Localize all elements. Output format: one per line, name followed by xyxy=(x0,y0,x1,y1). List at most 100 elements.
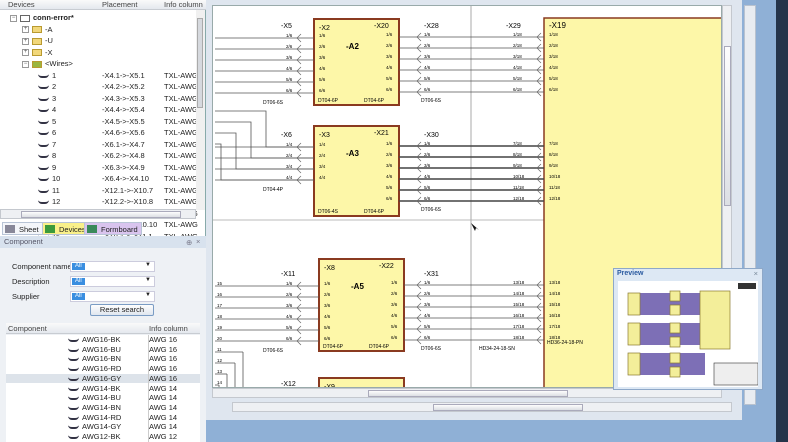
close-icon[interactable]: × xyxy=(196,237,200,246)
column-info[interactable]: Info column xyxy=(149,323,188,334)
wire xyxy=(215,132,314,170)
tree-wire-item[interactable]: 6 -X4.6->-X5.6 TXL-AWG xyxy=(0,127,198,139)
pin-label: 5/6 xyxy=(391,324,398,329)
part-label: DT04-6P xyxy=(323,344,344,350)
pin-label: 1/6 xyxy=(324,281,331,286)
pin-label: 4/4 xyxy=(286,175,293,180)
pin-label: 3/6 xyxy=(319,55,326,60)
component-row[interactable]: AWG14-GY AWG 14 xyxy=(6,422,200,432)
devices-vscrollbar[interactable] xyxy=(196,10,205,210)
tree-wire-item[interactable]: 7 -X6.1->-X4.7 TXL-AWG xyxy=(0,139,198,151)
wire-info: TXL-AWG xyxy=(164,185,198,195)
reset-search-button[interactable]: Reset search xyxy=(90,304,154,316)
component-name: AWG14-BN xyxy=(68,403,121,413)
pin-label: 2/4 xyxy=(319,153,326,158)
tree-folder[interactable]: − <Wires> xyxy=(0,58,196,70)
sheet-hscrollbar[interactable] xyxy=(232,402,732,412)
left-panel: Devices Placement Info column − conn-erro… xyxy=(0,0,206,442)
component-row[interactable]: AWG16-RD AWG 16 xyxy=(6,364,200,374)
column-placement[interactable]: Placement xyxy=(102,0,137,9)
wire-icon xyxy=(38,154,49,159)
wire xyxy=(215,121,314,159)
tree-wire-item[interactable]: 3 -X4.3->-X5.3 TXL-AWG xyxy=(0,93,198,105)
wire-number: 13 xyxy=(217,369,223,374)
wire-name: 1 xyxy=(38,70,56,82)
wire-info: TXL-AWG xyxy=(164,105,198,114)
pin-label: 2/6 xyxy=(386,152,393,157)
tree-wire-item[interactable]: 12 -X12.2->-X10.8 TXL-AWG xyxy=(0,196,198,208)
tree-folder[interactable]: + -A xyxy=(0,24,196,36)
part-label: DT06-6S xyxy=(421,98,442,104)
pin-label: 3/18 xyxy=(549,54,558,59)
pin-label: 9/18 xyxy=(549,163,558,168)
wire-icon xyxy=(38,74,49,78)
tree-folder[interactable]: + -X xyxy=(0,47,196,59)
wire-info: TXL-AWG xyxy=(164,220,198,229)
pin-label: 5/6 xyxy=(324,325,331,330)
pin-label: 2/6 xyxy=(319,44,326,49)
column-info[interactable]: Info column xyxy=(164,0,203,9)
connector-label: -X21 xyxy=(374,130,389,137)
preview-thumbnail[interactable] xyxy=(618,281,758,387)
pin-label: 5/6 xyxy=(286,77,293,82)
tree-wire-item[interactable]: 2 -X4.2->-X5.2 TXL-AWG xyxy=(0,81,198,93)
pin-label: 1/6 xyxy=(391,280,398,285)
pin-label: 6/6 xyxy=(391,335,398,340)
component-row[interactable]: AWG14-BK AWG 14 xyxy=(6,384,200,394)
component-table: AWG16-BK AWG 16 AWG16-BU AWG 16 AWG16-BN AWG … xyxy=(6,335,200,442)
filter-combo[interactable]: All ▼ xyxy=(70,276,155,287)
wire-icon xyxy=(68,357,79,362)
wire-number: 15 xyxy=(217,281,223,286)
wire-placement: -X4.2->-X5.2 xyxy=(102,82,145,91)
pin-label: 3/6 xyxy=(286,55,293,60)
pin-label: 1/6 xyxy=(424,141,431,146)
filter-combo[interactable]: All ▼ xyxy=(70,261,155,272)
tree-wire-item[interactable]: 11 -X12.1->-X10.7 TXL-AWG xyxy=(0,185,198,197)
pin-label: 5/6 xyxy=(319,77,326,82)
filter-combo[interactable]: All ▼ xyxy=(70,291,155,302)
pin-label: 6/18 xyxy=(549,87,558,92)
component-row[interactable]: AWG16-GY AWG 16 xyxy=(6,373,200,384)
component-row[interactable]: AWG12-BK AWG 12 xyxy=(6,432,200,442)
wire-placement: -X4.1->-X5.1 xyxy=(102,70,145,80)
tree-root[interactable]: − conn-error* xyxy=(0,12,196,24)
pin-label: 5/6 xyxy=(424,185,431,190)
tree-wire-item[interactable]: 8 -X6.2->-X4.8 TXL-AWG xyxy=(0,150,198,162)
component-row[interactable]: AWG14-BN AWG 14 xyxy=(6,403,200,413)
component-row[interactable]: AWG14-RD AWG 14 xyxy=(6,413,200,423)
column-devices[interactable]: Devices xyxy=(8,0,35,9)
tree-wire-item[interactable]: 1 -X4.1->-X5.1 TXL-AWG xyxy=(0,70,198,82)
pin-label: 2/6 xyxy=(424,43,431,48)
component-name: AWG14-BU xyxy=(68,393,121,403)
tab-devices[interactable]: Devices xyxy=(42,222,90,235)
tree-wire-item[interactable]: 9 -X6.3->-X4.9 TXL-AWG xyxy=(0,162,198,174)
wire-icon xyxy=(38,120,49,124)
tree-wire-item[interactable]: 4 -X4.4->-X5.4 TXL-AWG xyxy=(0,104,198,116)
preview-panel: Preview × xyxy=(613,268,763,390)
connector-label: -X31 xyxy=(424,271,439,278)
pin-icon[interactable]: ⊕ xyxy=(186,238,192,247)
tab-sheet[interactable]: Sheet xyxy=(2,222,43,235)
pin-label: 5/6 xyxy=(386,76,393,81)
tab-formboard[interactable]: Formboard xyxy=(84,222,142,235)
close-icon[interactable]: × xyxy=(754,269,758,278)
wire-placement: -X4.6->-X5.6 xyxy=(102,128,145,137)
devices-hscrollbar[interactable] xyxy=(0,209,196,219)
filter-value: All xyxy=(72,263,85,270)
wire-info: TXL-AWG xyxy=(164,128,198,137)
devices-tree: − conn-error* + -A + -U + -X − <Wires> 1 -X4.1->-X5… xyxy=(0,10,198,241)
tree-wire-item[interactable]: 5 -X4.5->-X5.5 TXL-AWG xyxy=(0,116,198,128)
pin-label: 4/18 xyxy=(549,65,558,70)
component-row[interactable]: AWG14-BU AWG 14 xyxy=(6,393,200,403)
component-row[interactable]: AWG16-BK AWG 16 xyxy=(6,335,200,345)
wire-name: 3 xyxy=(38,93,56,105)
pin-label: 4/6 xyxy=(386,65,393,70)
tree-wire-item[interactable]: 10 -X6.4->-X4.10 TXL-AWG xyxy=(0,173,198,185)
column-component[interactable]: Component xyxy=(8,323,47,334)
wire-info: TXL-AWG xyxy=(164,70,198,80)
wire-icon xyxy=(68,387,79,391)
wire-icon xyxy=(38,85,49,90)
component-row[interactable]: AWG16-BU AWG 16 xyxy=(6,345,200,355)
tree-folder[interactable]: + -U xyxy=(0,35,196,47)
component-row[interactable]: AWG16-BN AWG 16 xyxy=(6,354,200,364)
